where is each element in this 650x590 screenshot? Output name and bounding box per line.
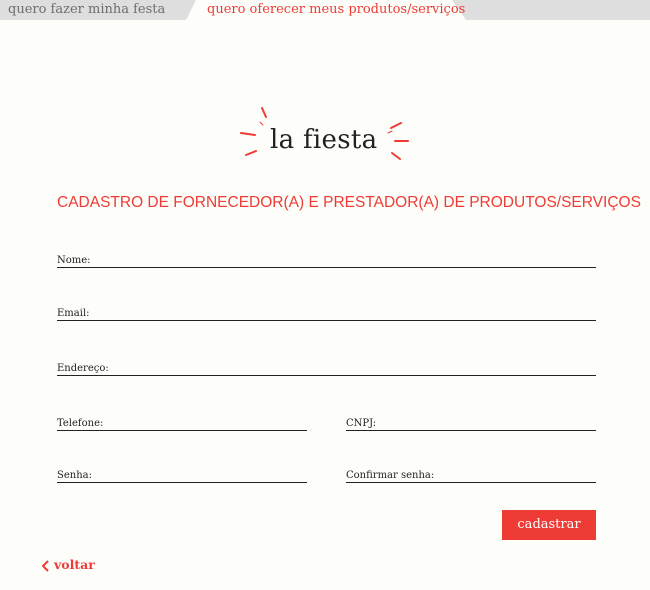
logo-text: la fiesta (270, 125, 378, 155)
email-label: Email: (57, 308, 90, 319)
confirm-password-input[interactable] (432, 467, 596, 481)
password-underline (57, 482, 307, 483)
address-underline (57, 375, 596, 376)
cnpj-input[interactable] (380, 415, 596, 429)
phone-input[interactable] (105, 415, 307, 429)
name-underline (57, 267, 596, 268)
email-field: Email: (57, 303, 596, 321)
page-title: CADASTRO DE FORNECEDOR(A) E PRESTADOR(A)… (57, 194, 641, 211)
cnpj-underline (346, 430, 596, 431)
email-underline (57, 320, 596, 321)
chevron-left-icon (42, 559, 49, 572)
cnpj-label: CNPJ: (346, 418, 377, 429)
password-input[interactable] (95, 467, 307, 481)
email-input[interactable] (91, 305, 596, 319)
tab-offer-products[interactable]: quero oferecer meus produtos/serviços (207, 2, 465, 18)
password-field: Senha: (57, 465, 307, 483)
address-field: Endereço: (57, 358, 596, 376)
password-label: Senha: (57, 470, 92, 481)
name-field: Nome: (57, 250, 596, 268)
name-input[interactable] (91, 252, 596, 266)
back-link-label: voltar (54, 557, 95, 572)
phone-label: Telefone: (57, 418, 104, 429)
address-label: Endereço: (57, 363, 109, 374)
address-input[interactable] (109, 360, 596, 374)
logo: la fiesta (240, 105, 412, 167)
tab-bar: quero fazer minha festa quero oferecer m… (0, 0, 650, 20)
back-link[interactable]: voltar (42, 557, 95, 572)
confirm-password-field: Confirmar senha: (346, 465, 596, 483)
tab-make-party[interactable]: quero fazer minha festa (8, 2, 165, 18)
submit-button[interactable]: cadastrar (502, 510, 596, 540)
phone-field: Telefone: (57, 413, 307, 431)
confirm-password-underline (346, 482, 596, 483)
cnpj-field: CNPJ: (346, 413, 596, 431)
name-label: Nome: (57, 255, 91, 266)
phone-underline (57, 430, 307, 431)
confirm-password-label: Confirmar senha: (346, 470, 435, 481)
